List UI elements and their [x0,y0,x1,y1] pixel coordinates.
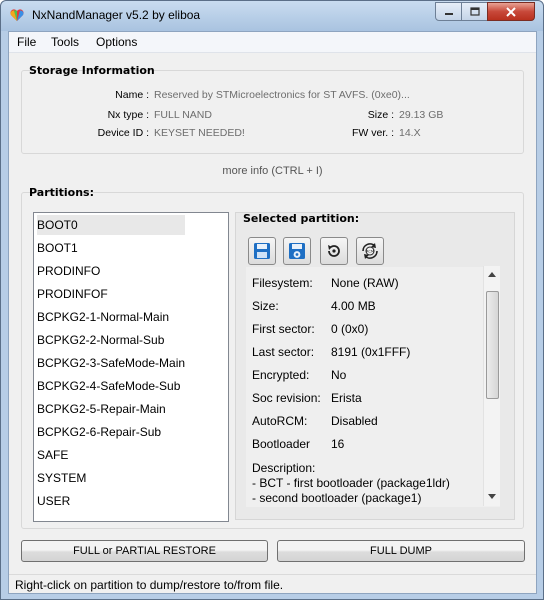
menu-tools[interactable]: Tools [51,35,79,49]
close-icon [506,6,516,17]
list-item[interactable]: USER [37,491,70,511]
menu-bar: File Tools Options [9,32,536,53]
description-label: Description: [252,461,316,475]
client-area: File Tools Options Storage Information N… [8,31,537,594]
save-icon [254,243,270,259]
info-value: 0 (0x0) [331,322,369,336]
dump-options-button[interactable] [283,237,311,265]
dump-button[interactable] [248,237,276,265]
name-value: Reserved by STMicroelectronics for ST AV… [154,89,410,101]
autorcm-button[interactable]: RCM [356,237,384,265]
more-info-link[interactable]: more info (CTRL + I) [9,165,536,177]
list-item[interactable]: BOOT0 [37,215,185,235]
storage-info-title: Storage Information [29,64,155,77]
maximize-icon [469,7,480,16]
scroll-thumb[interactable] [486,291,499,399]
list-item[interactable]: PRODINFO [37,261,100,281]
info-value: 16 [331,437,345,451]
scroll-up-icon[interactable] [488,272,496,277]
size-label: Size : [367,109,394,121]
device-id-value: KEYSET NEEDED! [154,127,245,139]
list-item[interactable]: BCPKG2-2-Normal-Sub [37,330,164,350]
partitions-title: Partitions: [29,186,95,199]
info-label: Size: [252,299,279,313]
fw-ver-value: 14.X [399,127,421,139]
save-settings-icon [289,243,305,259]
description-line: - BCT - first bootloader (package1ldr) [252,476,450,490]
list-item[interactable]: BCPKG2-4-SafeMode-Sub [37,376,180,396]
scroll-down-icon[interactable] [488,494,496,499]
info-value: 8191 (0x1FFF) [331,345,411,359]
info-value: 4.00 MB [331,299,376,313]
close-button[interactable] [487,2,535,21]
list-item[interactable]: BCPKG2-3-SafeMode-Main [37,353,185,373]
restore-icon [328,245,340,257]
name-label: Name : [115,89,149,101]
info-scrollbar[interactable] [483,266,500,506]
fw-ver-label: FW ver. : [352,127,394,139]
menu-file[interactable]: File [17,35,36,49]
info-label: Filesystem: [252,276,313,290]
minimize-button[interactable] [435,2,462,21]
window-title: NxNandManager v5.2 by eliboa [32,8,201,22]
info-value: None (RAW) [331,276,399,290]
full-partial-restore-button[interactable]: FULL or PARTIAL RESTORE [21,540,268,562]
info-label: First sector: [252,322,315,336]
info-label: AutoRCM: [252,414,308,428]
title-bar[interactable]: NxNandManager v5.2 by eliboa [1,1,543,31]
autorcm-icon: RCM [362,243,378,259]
info-value: Erista [331,391,362,405]
info-value: Disabled [331,414,378,428]
list-item[interactable]: BCPKG2-6-Repair-Sub [37,422,161,442]
maximize-button[interactable] [461,2,488,21]
list-item[interactable]: PRODINFOF [37,284,108,304]
full-dump-button[interactable]: FULL DUMP [277,540,525,562]
partition-list[interactable]: BOOT0 BOOT1 PRODINFO PRODINFOF BCPKG2-1-… [33,212,229,522]
info-value: No [331,368,347,382]
app-window: NxNandManager v5.2 by eliboa File Tools … [0,0,544,600]
list-item[interactable]: SYSTEM [37,468,86,488]
info-label: Encrypted: [252,368,310,382]
partition-info: Filesystem: None (RAW) Size: 4.00 MB Fir… [246,267,500,507]
nx-type-label: Nx type : [107,109,149,121]
info-label: Last sector: [252,345,315,359]
list-item[interactable]: BCPKG2-1-Normal-Main [37,307,169,327]
nx-type-value: FULL NAND [154,109,212,121]
minimize-icon [444,12,453,15]
restore-button[interactable] [320,237,348,265]
list-item[interactable]: BCPKG2-5-Repair-Main [37,399,166,419]
list-item[interactable]: BOOT1 [37,238,78,258]
device-id-label: Device ID : [97,127,149,139]
heart-icon [10,9,24,21]
svg-text:RCM: RCM [366,250,374,254]
list-item[interactable]: SAFE [37,445,68,465]
selected-partition-title: Selected partition: [243,212,360,225]
info-label: Bootloader [252,437,311,451]
menu-options[interactable]: Options [96,35,137,49]
info-label: Soc revision: [252,391,321,405]
description-line: - second bootloader (package1) [252,491,422,505]
size-value: 29.13 GB [399,109,444,121]
status-bar: Right-click on partition to dump/restore… [9,574,536,594]
